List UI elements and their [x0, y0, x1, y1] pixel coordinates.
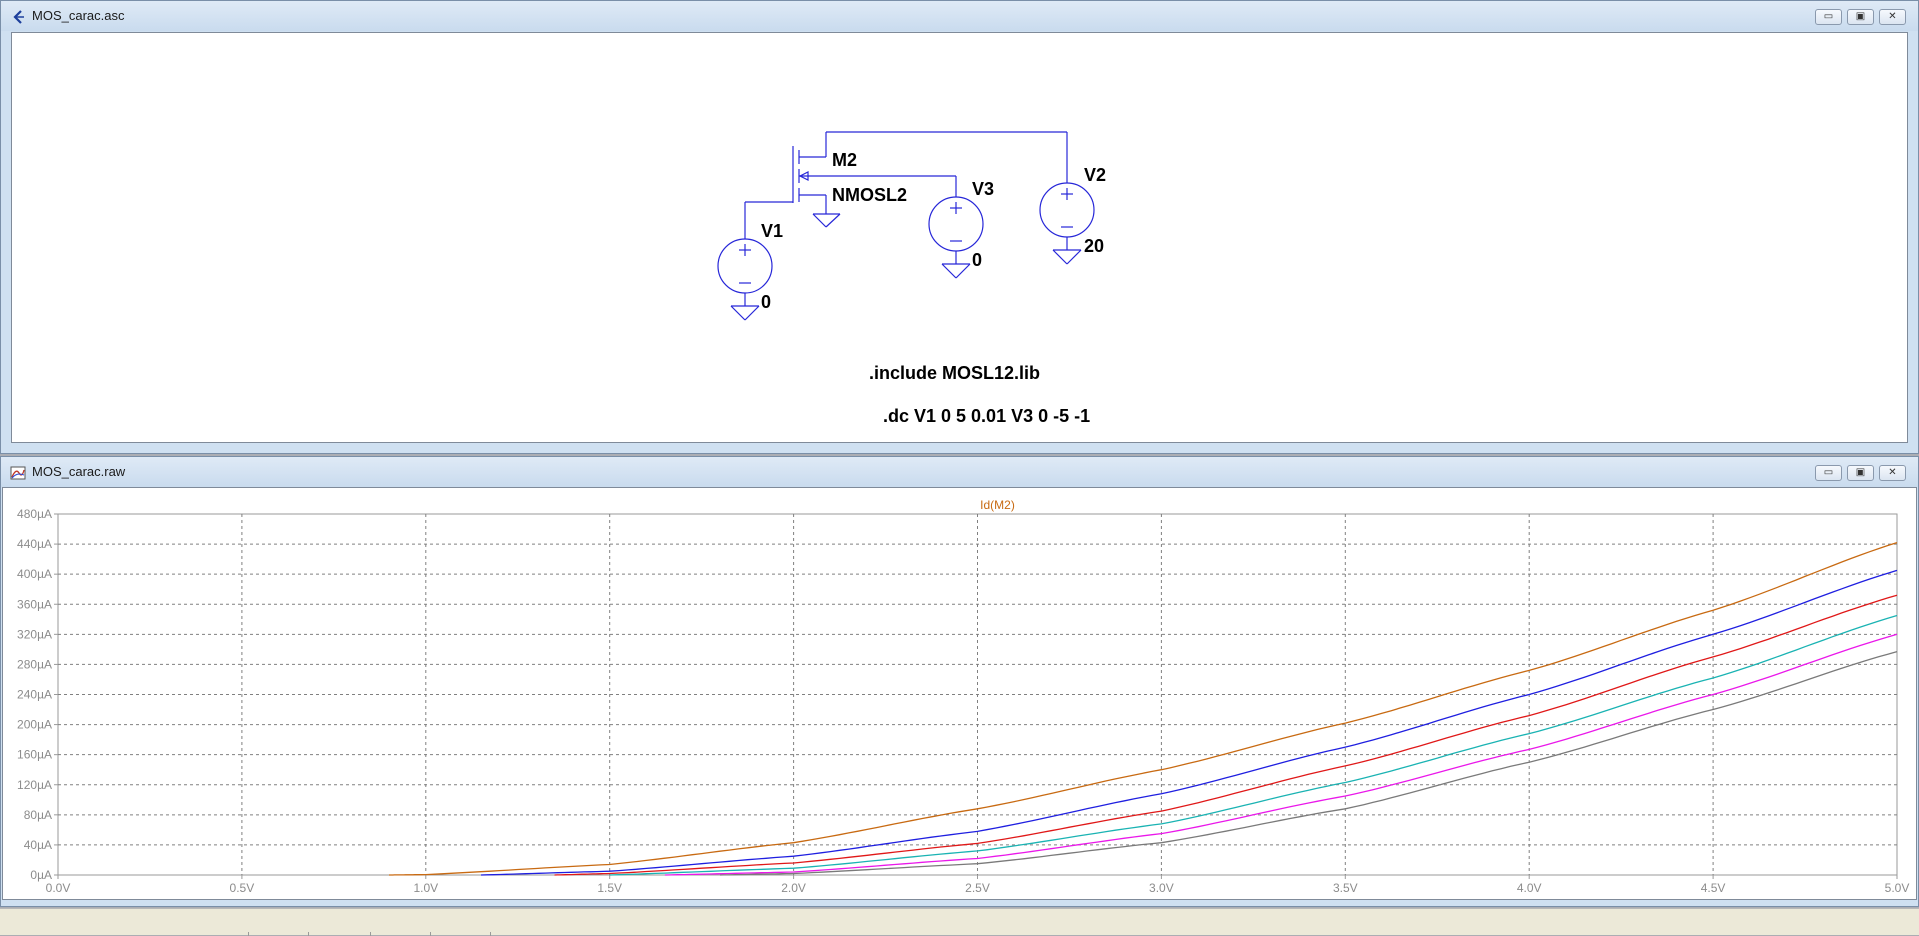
v1-value-label[interactable]: 0 — [761, 292, 771, 312]
maximize-button[interactable]: ▣ — [1847, 465, 1874, 481]
v3-name-label[interactable]: V3 — [972, 179, 994, 199]
v1-name-label[interactable]: V1 — [761, 221, 783, 241]
x-tick-label: 1.0V — [413, 881, 438, 895]
y-tick-label: 400µA — [17, 567, 52, 581]
m2-name-label[interactable]: M2 — [832, 150, 857, 170]
close-icon: ✕ — [1888, 467, 1897, 478]
x-tick-label: 0.5V — [230, 881, 255, 895]
y-tick-label: 320µA — [17, 627, 52, 641]
ground-symbol — [730, 305, 760, 321]
minimize-button[interactable]: ▭ — [1815, 465, 1842, 481]
y-tick-label: 200µA — [17, 718, 52, 732]
schematic-window-title: MOS_carac.asc — [32, 8, 125, 23]
waveform-window-title: MOS_carac.raw — [32, 464, 126, 479]
status-bar — [0, 908, 1919, 936]
minimize-icon: ▭ — [1823, 467, 1834, 478]
ground-symbol — [812, 213, 841, 228]
y-tick-label: 240µA — [17, 688, 52, 702]
voltage-source-v2[interactable] — [1039, 132, 1095, 250]
minimize-button[interactable]: ▭ — [1815, 9, 1842, 25]
ground-symbol — [941, 263, 971, 279]
schematic-window[interactable]: MOS_carac.asc ▭ ▣ ✕ M2 NMOSL2 V1 0 V3 0 … — [0, 0, 1919, 454]
plot-pane[interactable]: 0.0V 0.5V 1.0V 1.5V 2.0V 2.5V 3.0V 3.5V 4.0V 4.5V… — [2, 487, 1917, 900]
status-divider — [430, 932, 431, 936]
schematic-canvas[interactable]: M2 NMOSL2 V1 0 V3 0 V2 20 .include MOSL1… — [11, 32, 1908, 443]
y-tick-label: 80µA — [24, 808, 52, 822]
status-divider — [248, 932, 249, 936]
y-tick-label: 440µA — [17, 537, 52, 551]
x-tick-label: 3.0V — [1149, 881, 1174, 895]
y-tick-label: 480µA — [17, 507, 52, 521]
close-button[interactable]: ✕ — [1879, 9, 1906, 25]
minimize-icon: ▭ — [1823, 11, 1834, 22]
v3-value-label[interactable]: 0 — [972, 250, 982, 270]
schematic-app-icon — [13, 10, 24, 24]
y-tick-label: 280µA — [17, 657, 52, 671]
maximize-button[interactable]: ▣ — [1847, 9, 1874, 25]
x-tick-label: 1.5V — [597, 881, 622, 895]
waveform-window[interactable]: MOS_carac.raw ▭ ▣ ✕ 0.0V 0.5V 1.0V 1.5V 2.0V… — [0, 456, 1919, 907]
v2-value-label[interactable]: 20 — [1084, 236, 1104, 256]
y-tick-label: 40µA — [24, 838, 52, 852]
waveform-titlebar[interactable]: MOS_carac.raw ▭ ▣ ✕ — [1, 457, 1918, 487]
x-tick-label: 2.5V — [965, 881, 990, 895]
y-tick-label: 120µA — [17, 778, 52, 792]
schematic-drawing[interactable]: M2 NMOSL2 V1 0 V3 0 V2 20 .include MOSL1… — [12, 33, 1909, 444]
x-tick-label: 5.0V — [1885, 881, 1910, 895]
y-tick-label: 360µA — [17, 597, 52, 611]
x-tick-label: 2.0V — [781, 881, 806, 895]
status-divider — [490, 932, 491, 936]
status-divider — [370, 932, 371, 936]
ground-symbol — [1052, 249, 1082, 265]
maximize-icon: ▣ — [1855, 11, 1866, 22]
v2-name-label[interactable]: V2 — [1084, 165, 1106, 185]
m2-model-label[interactable]: NMOSL2 — [832, 185, 907, 205]
y-tick-label: 0µA — [30, 868, 52, 882]
waveform-app-icon — [10, 466, 26, 480]
y-tick-label: 160µA — [17, 748, 52, 762]
x-tick-label: 4.0V — [1517, 881, 1542, 895]
trace-title[interactable]: Id(M2) — [980, 498, 1015, 512]
status-divider — [308, 932, 309, 936]
maximize-icon: ▣ — [1855, 467, 1866, 478]
x-tick-label: 3.5V — [1333, 881, 1358, 895]
schematic-titlebar[interactable]: MOS_carac.asc ▭ ▣ ✕ — [1, 1, 1918, 31]
include-directive[interactable]: .include MOSL12.lib — [869, 363, 1040, 383]
x-tick-label: 0.0V — [46, 881, 71, 895]
x-tick-label: 4.5V — [1701, 881, 1726, 895]
waveform-plot[interactable]: 0.0V 0.5V 1.0V 1.5V 2.0V 2.5V 3.0V 3.5V 4.0V 4.5V… — [3, 488, 1918, 901]
close-icon: ✕ — [1888, 11, 1897, 22]
dc-sweep-directive[interactable]: .dc V1 0 5 0.01 V3 0 -5 -1 — [883, 406, 1090, 426]
close-button[interactable]: ✕ — [1879, 465, 1906, 481]
